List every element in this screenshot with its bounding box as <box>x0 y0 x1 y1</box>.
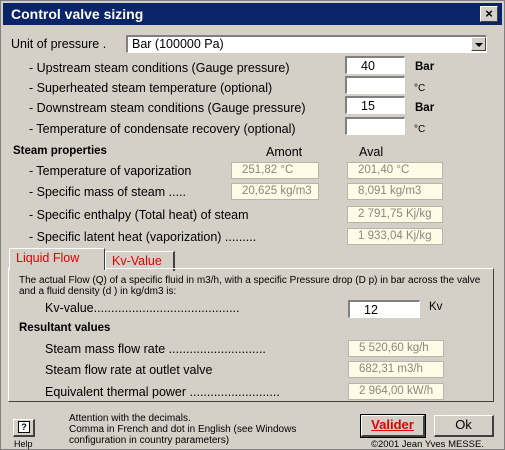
thermal-power-value: 2 964,00 kW/h <box>348 383 444 400</box>
liquid-flow-panel: The actual Flow (Q) of a specific fluid … <box>8 268 494 402</box>
steam-mass-flow-value: 5 520,60 kg/h <box>348 340 444 357</box>
resultant-values-heading: Resultant values <box>19 322 111 334</box>
superheated-temp-unit: °C <box>414 83 426 94</box>
chevron-down-icon[interactable] <box>471 37 486 51</box>
decimal-note-line3: configuration in country parameters) <box>69 435 230 446</box>
steam-mass-flow-label: Steam mass flow rate ...................… <box>45 342 266 356</box>
latent-heat-aval: 1 933,04 Kj/kg <box>347 228 443 245</box>
upstream-pressure-input[interactable]: 40 <box>345 56 405 74</box>
help-button[interactable]: ? <box>13 419 35 437</box>
specific-mass-aval: 8,091 kg/m3 <box>347 183 443 200</box>
validate-button[interactable]: Valider <box>360 414 426 438</box>
condensate-temp-input[interactable] <box>345 117 405 135</box>
amont-column-header: Amont <box>266 145 303 159</box>
superheated-temp-label: - Superheated steam temperature (optiona… <box>29 81 273 95</box>
flow-description: The actual Flow (Q) of a specific fluid … <box>19 275 481 297</box>
tab-liquid-flow[interactable]: Liquid Flow <box>9 248 105 270</box>
decimal-note-line2: Comma in French and dot in English (see … <box>69 424 297 435</box>
vaporization-temp-aval: 201,40 °C <box>347 162 443 179</box>
specific-mass-label: - Specific mass of steam ..... <box>29 185 186 199</box>
pressure-unit-label: Unit of pressure . <box>11 37 107 51</box>
title-bar[interactable]: Control valve sizing × <box>3 3 502 25</box>
kv-value-label: Kv-value................................… <box>45 301 240 315</box>
kv-value-input[interactable]: 12 <box>348 300 420 318</box>
thermal-power-label: Equivalent thermal power ...............… <box>45 385 280 399</box>
steam-flow-rate-label: Steam flow rate at outlet valve <box>45 363 213 377</box>
dialog-window: Control valve sizing × Unit of pressure … <box>0 0 505 450</box>
superheated-temp-input[interactable] <box>345 76 405 94</box>
downstream-pressure-label: - Downstream steam conditions (Gauge pre… <box>29 101 306 115</box>
upstream-pressure-label: - Upstream steam conditions (Gauge press… <box>29 61 290 75</box>
close-button[interactable]: × <box>480 6 498 22</box>
help-label: Help <box>14 439 33 449</box>
condensate-temp-label: - Temperature of condensate recovery (op… <box>29 122 296 136</box>
specific-mass-amont: 20,625 kg/m3 <box>231 183 319 200</box>
vaporization-temp-label: - Temperature of vaporization <box>29 164 192 178</box>
specific-enthalpy-aval: 2 791,75 Kj/kg <box>347 206 443 223</box>
upstream-pressure-unit: Bar <box>415 61 435 73</box>
latent-heat-label: - Specific latent heat (vaporization) ..… <box>29 230 257 244</box>
aval-column-header: Aval <box>359 145 384 159</box>
steam-properties-heading: Steam properties <box>13 145 107 157</box>
specific-enthalpy-label: - Specific enthalpy (Total heat) of stea… <box>29 208 249 222</box>
steam-flow-rate-value: 682,31 m3/h <box>348 361 444 378</box>
downstream-pressure-unit: Bar <box>415 102 435 114</box>
downstream-pressure-input[interactable]: 15 <box>345 96 405 114</box>
kv-unit: Kv <box>429 301 443 313</box>
ok-button[interactable]: Ok <box>434 415 494 437</box>
window-title: Control valve sizing <box>11 6 144 22</box>
vaporization-temp-amont: 251,82 °C <box>231 162 319 179</box>
copyright-text: ©2001 Jean Yves MESSE. <box>371 439 484 450</box>
decimal-note-line1: Attention with the decimals. <box>69 413 191 424</box>
help-icon: ? <box>18 421 30 433</box>
pressure-unit-select[interactable]: Bar (100000 Pa) <box>126 35 487 53</box>
pressure-unit-value: Bar (100000 Pa) <box>132 37 224 51</box>
condensate-temp-unit: °C <box>414 124 426 135</box>
